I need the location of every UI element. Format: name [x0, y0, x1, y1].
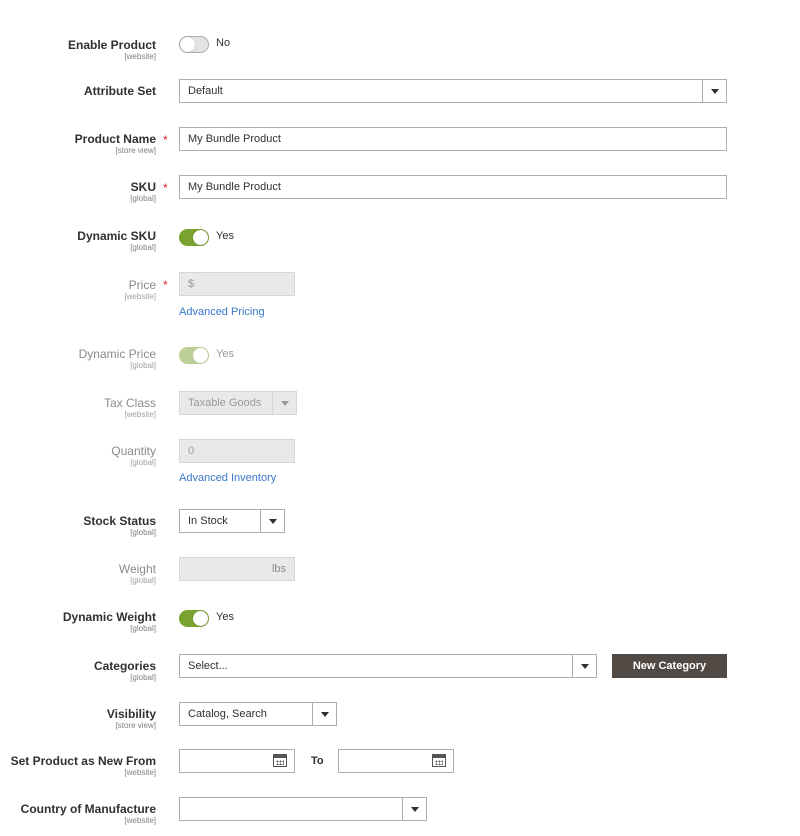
sku-input[interactable]: My Bundle Product — [179, 175, 727, 199]
required-marker: * — [163, 181, 168, 195]
tax-class-select[interactable]: Taxable Goods — [179, 391, 297, 415]
categories-label: Categories [global] — [93, 659, 156, 682]
chevron-down-icon — [402, 798, 426, 820]
calendar-icon[interactable] — [432, 754, 446, 767]
to-label: To — [311, 755, 324, 767]
weight-input[interactable]: lbs — [179, 557, 295, 581]
attribute-set-label: Attribute Set — [84, 84, 156, 98]
dynamic-price-value: Yes — [216, 348, 234, 360]
dynamic-sku-toggle[interactable] — [179, 229, 209, 246]
chevron-down-icon — [260, 510, 284, 532]
calendar-icon[interactable] — [273, 754, 287, 767]
enable-product-value: No — [216, 37, 231, 49]
enable-product-toggle[interactable] — [179, 36, 209, 53]
visibility-label: Visibility [store view] — [106, 707, 156, 730]
weight-label: Weight [global] — [118, 562, 156, 585]
new-from-label: Set Product as New From [website] — [10, 754, 156, 777]
advanced-inventory-link[interactable]: Advanced Inventory — [179, 472, 276, 484]
required-marker: * — [163, 278, 168, 292]
country-label: Country of Manufacture [website] — [20, 802, 156, 825]
toggle-knob — [180, 37, 195, 52]
stock-status-label: Stock Status [global] — [83, 514, 156, 537]
enable-product-label: Enable Product [website] — [67, 38, 156, 61]
toggle-knob — [193, 611, 208, 626]
chevron-down-icon — [272, 392, 296, 414]
required-marker: * — [163, 133, 168, 147]
dynamic-price-toggle[interactable] — [179, 347, 209, 364]
chevron-down-icon — [312, 703, 336, 725]
chevron-down-icon — [702, 80, 726, 102]
visibility-select[interactable]: Catalog, Search — [179, 702, 337, 726]
tax-class-label: Tax Class [website] — [103, 396, 156, 419]
quantity-label: Quantity [global] — [111, 444, 156, 467]
categories-select[interactable]: Select... — [179, 654, 597, 678]
price-label: Price [website] — [124, 278, 156, 301]
weight-unit: lbs — [271, 563, 286, 575]
product-name-input[interactable]: My Bundle Product — [179, 127, 727, 151]
dynamic-weight-toggle[interactable] — [179, 610, 209, 627]
product-name-label: Product Name [store view] — [74, 132, 156, 155]
dynamic-price-label: Dynamic Price [global] — [78, 347, 156, 370]
new-to-date-input[interactable] — [338, 749, 454, 773]
dynamic-sku-label: Dynamic SKU [global] — [77, 229, 156, 252]
price-input[interactable]: $ — [179, 272, 295, 296]
toggle-knob — [193, 230, 208, 245]
dynamic-sku-value: Yes — [216, 230, 234, 242]
stock-status-select[interactable]: In Stock — [179, 509, 285, 533]
new-category-button[interactable]: New Category — [612, 654, 727, 678]
country-select[interactable] — [179, 797, 427, 821]
new-from-date-input[interactable] — [179, 749, 295, 773]
toggle-knob — [193, 348, 208, 363]
advanced-pricing-link[interactable]: Advanced Pricing — [179, 306, 265, 318]
chevron-down-icon — [572, 655, 596, 677]
dynamic-weight-value: Yes — [216, 611, 234, 623]
attribute-set-select[interactable]: Default — [179, 79, 727, 103]
dynamic-weight-label: Dynamic Weight [global] — [62, 610, 156, 633]
sku-label: SKU [global] — [130, 180, 156, 203]
quantity-input[interactable]: 0 — [179, 439, 295, 463]
currency-symbol: $ — [188, 278, 195, 290]
